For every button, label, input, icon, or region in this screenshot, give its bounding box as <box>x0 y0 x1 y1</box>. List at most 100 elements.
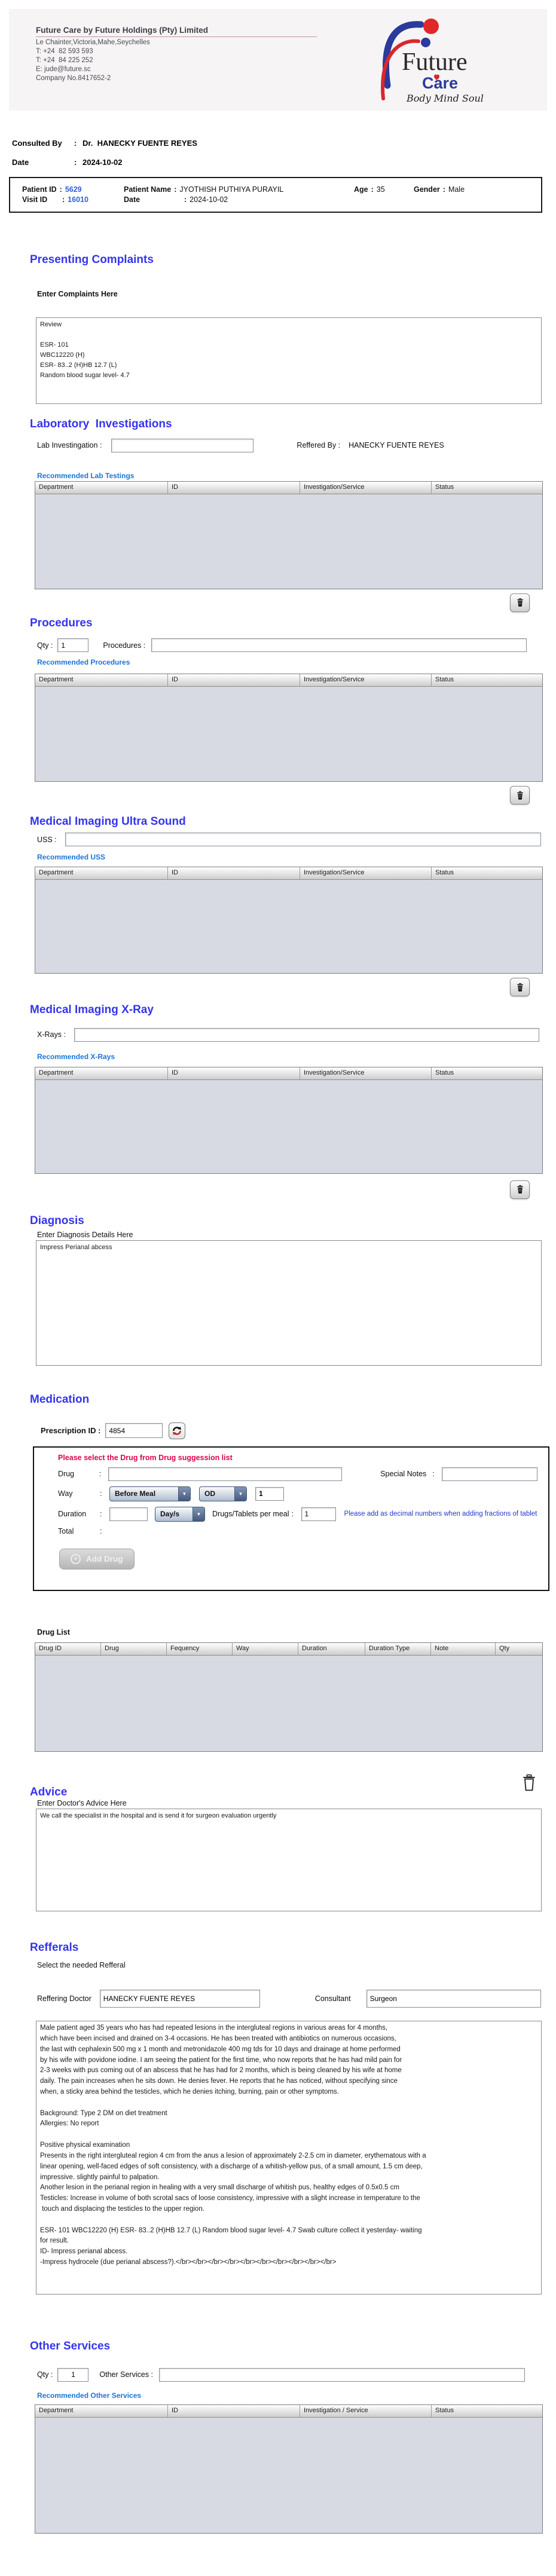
lab-col-department: Department <box>35 482 168 494</box>
chevron-down-icon: ▼ <box>234 1487 246 1501</box>
lab-delete-button[interactable] <box>510 593 530 612</box>
age-value: 35 <box>377 185 385 194</box>
consultation-report-page: Future Care by Future Holdings (Pty) Lim… <box>0 0 556 2576</box>
lab-investigation-input[interactable] <box>111 439 253 452</box>
procedures-col-investigation: Investigation/Service <box>300 674 432 687</box>
colon: : <box>440 185 448 194</box>
future-care-logo: Future Care Body Mind Soul <box>335 9 547 111</box>
patient-id-label: Patient ID <box>22 185 57 194</box>
drug-list-delete-button[interactable] <box>520 1773 538 1793</box>
section-title-diagnosis: Diagnosis <box>30 1214 84 1228</box>
company-email: E: jude@future.sc <box>36 66 335 73</box>
plus-icon: + <box>71 1554 81 1564</box>
referral-textarea[interactable]: Male patient aged 35 years who has had r… <box>36 2021 542 2294</box>
meal-select[interactable]: Before Meal ▼ <box>109 1486 191 1501</box>
lab-table-header: Department ID Investigation/Service Stat… <box>35 482 542 494</box>
drug-col-drug: Drug <box>101 1643 167 1656</box>
visit-id-label: Visit ID <box>22 195 59 204</box>
uss-table-body <box>35 880 542 973</box>
uss-col-investigation: Investigation/Service <box>300 867 432 880</box>
procedures-qty-input[interactable] <box>57 638 88 652</box>
trash-icon <box>515 1184 526 1195</box>
logo-word-future: Future <box>402 48 468 76</box>
uss-col-status: Status <box>432 867 542 880</box>
recommended-xrays-link[interactable]: Recommended X-Rays <box>37 1053 115 1061</box>
section-title-presenting-complaints: Presenting Complaints <box>30 253 154 267</box>
patient-row-1: Patient ID : 5629 Patient Name : JYOTHIS… <box>22 185 529 194</box>
patient-gender-group: Gender : Male <box>414 185 465 194</box>
way-row: Way : Before Meal ▼ OD ▼ <box>58 1486 537 1501</box>
logo-graphic: Future Care Body Mind Soul <box>352 9 531 106</box>
lab-investigation-label: Lab Investingation : <box>37 441 102 449</box>
other-col-department: Department <box>35 2405 168 2418</box>
referral-doctor-row: Reffering Doctor Consultant <box>37 1990 541 2008</box>
way-qty-input[interactable] <box>255 1487 284 1501</box>
way-label: Way <box>58 1489 100 1498</box>
procedures-delete-button[interactable] <box>510 786 530 804</box>
duration-input[interactable] <box>109 1507 148 1521</box>
other-services-input[interactable] <box>159 2368 525 2382</box>
colon: : <box>57 185 65 194</box>
visit-date-value: 2024-10-02 <box>190 195 228 204</box>
colon: : <box>74 158 83 167</box>
uss-col-id: ID <box>168 867 300 880</box>
drug-col-way: Way <box>233 1643 298 1656</box>
recommended-lab-testings-link[interactable]: Recommended Lab Testings <box>37 472 134 480</box>
lab-table-body <box>35 494 542 589</box>
colon: : <box>59 195 68 204</box>
advice-textarea[interactable]: We call the specialist in the hospital a… <box>36 1809 542 1911</box>
xray-delete-button[interactable] <box>510 1180 530 1199</box>
drug-col-qty: Qty <box>496 1643 542 1656</box>
consult-date-value: 2024-10-02 <box>83 158 123 167</box>
recommended-procedures-link[interactable]: Recommended Procedures <box>37 658 130 666</box>
section-title-procedures: Procedures <box>30 617 93 631</box>
other-services-label: Other Services : <box>99 2370 153 2379</box>
duration-unit-select[interactable]: Day/s ▼ <box>155 1507 205 1522</box>
frequency-select[interactable]: OD ▼ <box>199 1486 247 1501</box>
visit-date-group: Date : 2024-10-02 <box>124 195 228 204</box>
xray-table-header: Department ID Investigation/Service Stat… <box>35 1067 542 1080</box>
drug-col-duration: Duration <box>298 1643 365 1656</box>
other-services-input-row: Qty : Other Services : <box>37 2368 525 2382</box>
colon: : <box>74 139 83 148</box>
drug-input[interactable] <box>108 1467 342 1481</box>
duration-label: Duration <box>58 1510 100 1518</box>
prescription-id-input[interactable] <box>105 1423 163 1438</box>
duration-row: Duration : Day/s ▼ Drugs/Tablets per mea… <box>58 1507 537 1522</box>
referring-doctor-input[interactable] <box>100 1990 260 2008</box>
company-address: Le Chainter,Victoria,Mahe,Seychelles <box>36 39 335 46</box>
uss-input[interactable] <box>65 833 541 846</box>
add-drug-button[interactable]: + Add Drug <box>59 1549 135 1570</box>
recommended-uss-link[interactable]: Recommended USS <box>37 853 105 861</box>
other-services-qty-input[interactable] <box>57 2368 88 2382</box>
procedures-input[interactable] <box>151 638 527 652</box>
consultant-input[interactable] <box>366 1990 541 2008</box>
other-col-investigation: Investigation / Service <box>300 2405 432 2418</box>
patient-age-group: Age : 35 <box>354 185 414 194</box>
per-meal-input[interactable] <box>301 1507 336 1521</box>
refresh-prescription-button[interactable] <box>169 1422 185 1439</box>
colon: : <box>171 185 179 194</box>
drug-list-table: Drug ID Drug Fequency Way Duration Durat… <box>35 1642 543 1752</box>
colon: : <box>100 1527 109 1535</box>
xray-col-id: ID <box>168 1067 300 1080</box>
meal-select-value: Before Meal <box>110 1487 160 1501</box>
patient-name-group: Patient Name : JYOTHISH PUTHIYA PURAYIL <box>124 185 354 194</box>
procedures-table-header: Department ID Investigation/Service Stat… <box>35 674 542 687</box>
other-col-id: ID <box>168 2405 300 2418</box>
drug-col-duration-type: Duration Type <box>365 1643 431 1656</box>
recommended-other-services-link[interactable]: Recommended Other Services <box>37 2391 141 2400</box>
uss-col-department: Department <box>35 867 168 880</box>
company-name: Future Care by Future Holdings (Pty) Lim… <box>36 26 317 37</box>
section-title-advice: Advice <box>30 1786 67 1800</box>
colon: : <box>432 1470 442 1478</box>
drug-suggestion-warning: Please select the Drug from Drug suggess… <box>58 1454 537 1462</box>
special-notes-input[interactable] <box>442 1467 537 1481</box>
uss-delete-button[interactable] <box>510 978 530 996</box>
complaints-textarea[interactable]: Review ESR- 101 WBC12220 (H) ESR- 83..2 … <box>36 317 542 404</box>
chevron-down-icon: ▼ <box>193 1507 204 1521</box>
other-services-qty-label: Qty : <box>37 2370 53 2379</box>
xray-input[interactable] <box>74 1028 539 1042</box>
diagnosis-textarea[interactable]: Impress Perianal abcess <box>36 1240 542 1366</box>
xray-table-body <box>35 1080 542 1173</box>
